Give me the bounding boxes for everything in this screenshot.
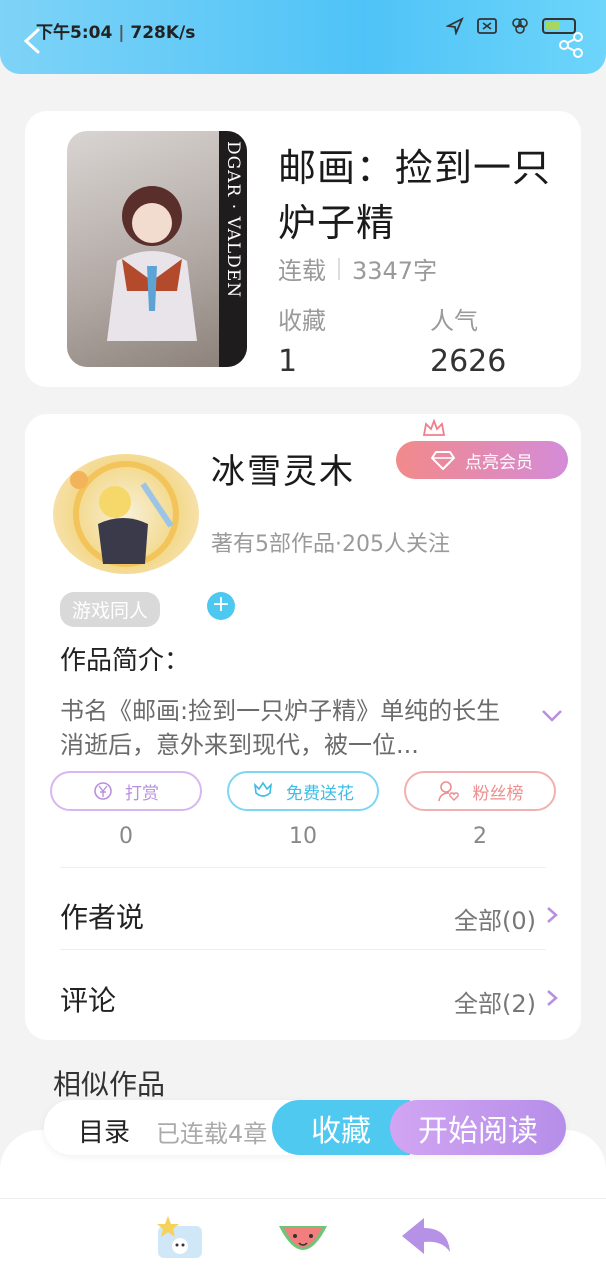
avatar-illustration — [70, 461, 179, 567]
star-book-icon[interactable] — [152, 1212, 208, 1262]
clover-icon — [512, 18, 528, 34]
collect-label: 收藏 — [278, 307, 326, 335]
back-button[interactable] — [20, 26, 46, 56]
diamond-icon — [431, 451, 455, 470]
start-reading-button[interactable]: 开始阅读 — [390, 1100, 566, 1155]
share-icon[interactable] — [556, 30, 586, 60]
chevron-right-icon[interactable] — [545, 988, 559, 1008]
popularity-count: 2626 — [430, 344, 507, 379]
intro-text: 书名《邮画:捡到一只炉子精》单纯的长生消逝后，意外来到现代，被一位... — [60, 697, 501, 759]
flower-icon — [253, 781, 273, 797]
fan-count: 2 — [473, 824, 487, 849]
book-cover[interactable]: DGAR · VALDEN — [67, 131, 247, 367]
author-notes-all[interactable]: 全部(0) — [454, 901, 536, 936]
send-flower-button[interactable]: 免费送花 — [227, 771, 379, 811]
crown-icon — [422, 419, 446, 436]
genre-tag[interactable]: 游戏同人 — [60, 592, 161, 627]
status-speed: 728K/s — [130, 23, 196, 43]
bottom-action-bar: 目录 已连载4章 收藏 开始阅读 — [44, 1100, 566, 1155]
user-heart-icon — [437, 781, 459, 802]
collect-count: 1 — [278, 344, 298, 379]
location-icon — [446, 17, 464, 35]
flower-count: 10 — [289, 824, 317, 849]
status-clock: 下午5:04 — [36, 23, 113, 43]
watermelon-icon[interactable] — [275, 1212, 331, 1262]
author-name[interactable]: 冰雪灵木 — [211, 444, 355, 493]
intro-label: 作品简介： — [60, 646, 191, 676]
sim-icon — [477, 18, 497, 34]
tip-button[interactable]: 打赏 — [50, 771, 202, 811]
send-flower-label: 免费送花 — [286, 783, 354, 804]
chevron-down-icon[interactable] — [540, 706, 564, 726]
chevron-right-icon[interactable] — [545, 905, 559, 925]
cover-text: DGAR · VALDEN — [223, 141, 243, 299]
yen-coin-icon — [94, 782, 112, 800]
book-meta: 连载 3347字 — [278, 251, 437, 286]
cover-illustration — [107, 186, 197, 341]
tip-label: 打赏 — [125, 783, 159, 804]
nav-divider — [0, 1198, 606, 1199]
author-avatar[interactable] — [53, 454, 199, 574]
meta-divider — [338, 257, 340, 280]
status-time: 下午5:04 | 728K/s — [36, 23, 196, 43]
fan-rank-label: 粉丝榜 — [472, 783, 524, 804]
author-stats: 著有5部作品·205人关注 — [211, 532, 450, 557]
toc-button[interactable]: 目录 — [78, 1112, 130, 1149]
book-info-card: DGAR · VALDEN 邮画：捡到一只炉子精 连载 3347字 收藏 人气 … — [25, 111, 581, 387]
similar-works-title: 相似作品 — [53, 1068, 166, 1101]
comments-label[interactable]: 评论 — [60, 979, 116, 1019]
top-header: 下午5:04 | 728K/s — [0, 0, 606, 74]
divider — [60, 949, 546, 950]
chapter-count[interactable]: 已连载4章 — [156, 1114, 267, 1149]
book-status: 连载 — [278, 257, 326, 285]
vip-button[interactable]: 点亮会员 — [396, 441, 568, 479]
book-title: 邮画：捡到一只炉子精 — [278, 146, 552, 245]
popularity-label: 人气 — [430, 307, 478, 335]
word-count: 3347字 — [352, 257, 438, 285]
add-tag-button[interactable]: + — [207, 592, 235, 620]
comments-all[interactable]: 全部(2) — [454, 984, 536, 1019]
vip-label: 点亮会员 — [465, 452, 533, 473]
author-card: 冰雪灵木 点亮会员 著有5部作品·205人关注 游戏同人 + 作品简介： 书名《… — [25, 414, 581, 1040]
fan-rank-button[interactable]: 粉丝榜 — [404, 771, 556, 811]
back-arrow-icon[interactable] — [398, 1212, 454, 1262]
tip-count: 0 — [119, 824, 133, 849]
divider — [60, 867, 546, 868]
author-notes-label[interactable]: 作者说 — [60, 896, 144, 936]
